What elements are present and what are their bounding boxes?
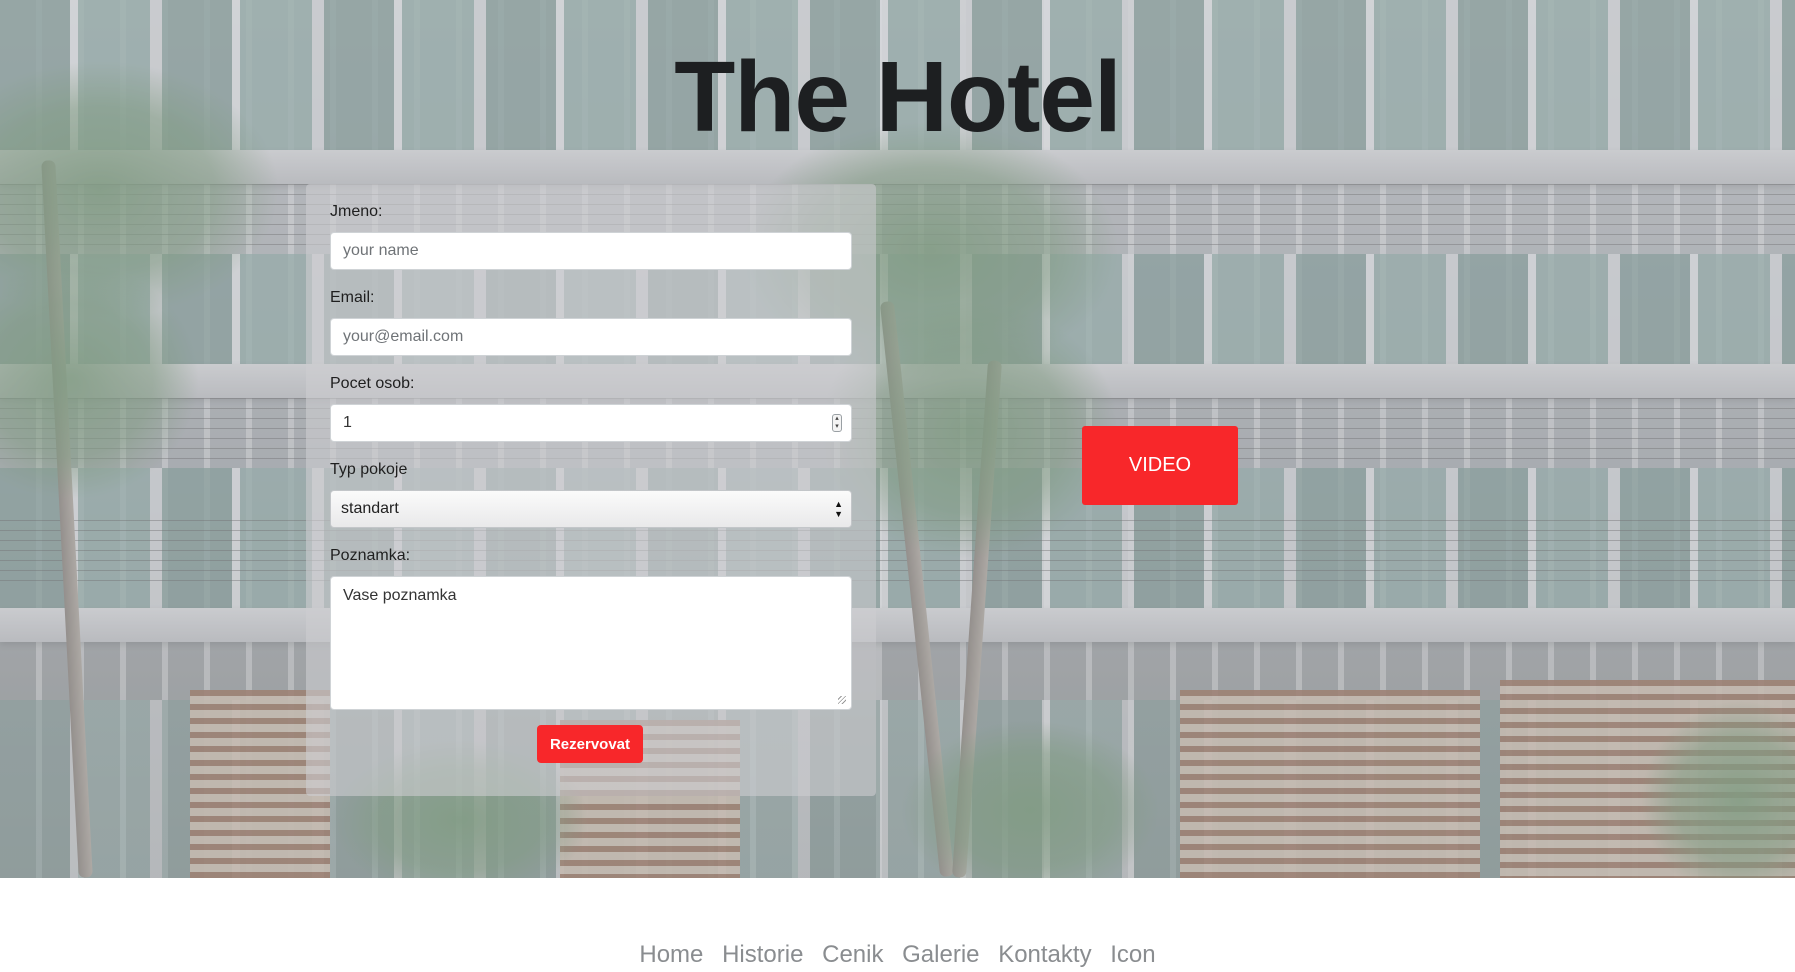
select-arrows-icon: ▲ ▼: [834, 499, 843, 519]
nav-link-cenik[interactable]: Cenik: [822, 941, 883, 968]
reservation-form: Jmeno: Email: Pocet osob: ▴▾ Typ pokoje …: [306, 184, 876, 796]
reserve-button[interactable]: Rezervovat: [537, 725, 643, 763]
hero-section: The Hotel Jmeno: Email: Pocet osob: ▴▾ T…: [0, 0, 1795, 878]
stepper-icon[interactable]: ▴ ▾: [832, 414, 842, 432]
room-type-value: standart: [341, 500, 399, 517]
footer-nav: Home Historie Cenik Galerie Kontakty Ico…: [0, 938, 1795, 972]
resize-grip-icon[interactable]: [838, 696, 846, 704]
note-textarea[interactable]: [330, 576, 852, 710]
name-input[interactable]: [330, 232, 852, 270]
nav-link-galerie[interactable]: Galerie: [902, 941, 979, 968]
persons-input[interactable]: [330, 404, 852, 442]
nav-link-icon[interactable]: Icon: [1110, 941, 1155, 968]
nav-link-kontakty[interactable]: Kontakty: [998, 941, 1091, 968]
email-input[interactable]: [330, 318, 852, 356]
room-type-select[interactable]: standart ▲ ▼: [330, 490, 852, 528]
room-type-label: Typ pokoje: [330, 461, 408, 478]
persons-field: ▴▾: [330, 404, 852, 442]
name-label: Jmeno:: [330, 203, 383, 220]
email-label: Email:: [330, 289, 375, 306]
nav-link-home[interactable]: Home: [639, 941, 703, 968]
page-title: The Hotel: [674, 41, 1122, 153]
note-label: Poznamka:: [330, 547, 411, 564]
persons-label: Pocet osob:: [330, 375, 415, 392]
video-button[interactable]: VIDEO: [1082, 426, 1238, 505]
nav-link-historie[interactable]: Historie: [722, 941, 803, 968]
